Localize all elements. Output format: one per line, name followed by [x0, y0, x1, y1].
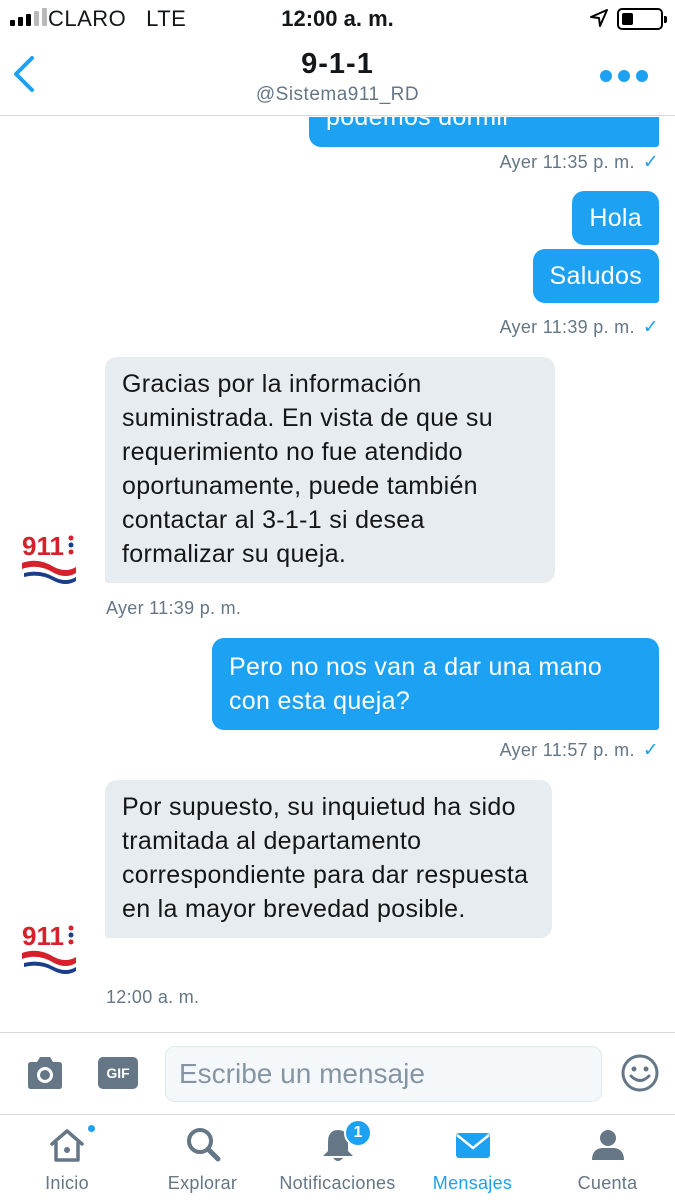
tab-cuenta[interactable]: Cuenta — [555, 1115, 660, 1200]
outgoing-message[interactable]: Hola — [572, 191, 659, 245]
sender-avatar-911-logo[interactable]: 911 — [20, 917, 78, 975]
tab-label: Notificaciones — [279, 1173, 396, 1193]
read-check-icon: ✓ — [642, 740, 659, 761]
home-icon — [50, 1129, 84, 1162]
tab-label: Explorar — [167, 1173, 238, 1193]
emoji-icon[interactable] — [620, 1053, 660, 1093]
tab-label: Cuenta — [577, 1173, 638, 1193]
sender-avatar-911-logo[interactable]: 911 — [20, 527, 78, 585]
conversation-handle: @Sistema911_RD — [255, 84, 420, 105]
svg-text:911: 911 — [22, 921, 64, 951]
message-timestamp: Ayer 11:57 p. m. ✓ — [499, 740, 659, 761]
incoming-message[interactable]: Por supuesto, su inquietud ha sido trami… — [105, 780, 552, 938]
message-input[interactable] — [165, 1046, 602, 1102]
tab-explorar[interactable]: Explorar — [145, 1115, 260, 1200]
notification-count-badge: 1 — [344, 1119, 372, 1147]
message-timestamp: Ayer 11:35 p. m. ✓ — [499, 152, 659, 173]
message-thread[interactable]: podemos dormir Ayer 11:35 p. m. ✓ Hola Sa… — [0, 117, 675, 1032]
conversation-header: 9-1-1 @Sistema911_RD — [0, 38, 675, 116]
outgoing-message-partial[interactable]: podemos dormir — [309, 117, 659, 147]
read-check-icon: ✓ — [642, 317, 659, 338]
message-timestamp: 12:00 a. m. — [106, 987, 200, 1007]
new-content-dot — [86, 1123, 97, 1134]
tab-notificaciones[interactable]: 1 Notificaciones — [270, 1115, 405, 1200]
read-check-icon: ✓ — [642, 152, 659, 173]
svg-text:911: 911 — [22, 531, 64, 561]
outgoing-message[interactable]: Pero no nos van a dar una mano con esta … — [212, 638, 659, 730]
search-icon — [186, 1128, 220, 1162]
tab-mensajes[interactable]: Mensajes — [420, 1115, 525, 1200]
tab-label: Mensajes — [432, 1173, 513, 1193]
message-composer: GIF — [0, 1032, 675, 1114]
battery-icon — [617, 8, 667, 30]
incoming-message[interactable]: Gracias por la información suministrada.… — [105, 357, 555, 583]
message-timestamp: Ayer 11:39 p. m. — [106, 598, 242, 618]
status-clock: 12:00 a. m. — [281, 6, 394, 31]
gif-button[interactable]: GIF — [98, 1057, 138, 1089]
outgoing-message[interactable]: Saludos — [532, 249, 659, 303]
message-timestamp: Ayer 11:39 p. m. ✓ — [499, 317, 659, 338]
status-bar: CLARO LTE 12:00 a. m. — [0, 0, 675, 38]
camera-icon[interactable] — [24, 1053, 66, 1093]
tab-label: Inicio — [45, 1173, 89, 1193]
person-icon — [591, 1130, 624, 1160]
conversation-title: 9-1-1 — [301, 48, 374, 80]
tab-inicio[interactable]: Inicio — [12, 1115, 122, 1200]
bottom-tab-bar: Inicio Explorar 1 Notificaciones Mensaje… — [0, 1114, 675, 1200]
more-options-icon[interactable] — [600, 66, 648, 86]
envelope-icon — [455, 1133, 490, 1158]
location-arrow-icon — [590, 9, 608, 27]
